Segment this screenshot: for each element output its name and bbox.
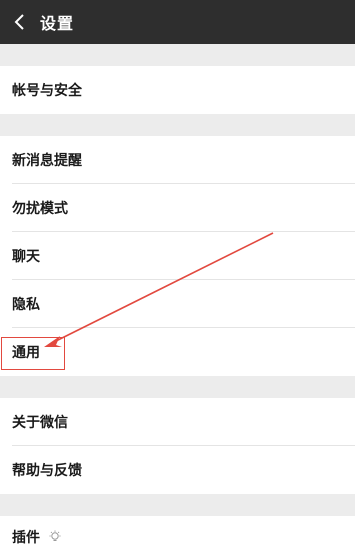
settings-item-label: 关于微信: [12, 415, 68, 431]
settings-item-privacy[interactable]: 隐私: [0, 280, 355, 328]
settings-item-about[interactable]: 关于微信: [0, 398, 355, 446]
settings-item-account-security[interactable]: 帐号与安全: [0, 66, 355, 114]
settings-item-chat[interactable]: 聊天: [0, 232, 355, 280]
highlight-box: [1, 337, 65, 370]
top-bar: 设置: [0, 0, 355, 44]
section-gap: [0, 494, 355, 516]
back-button[interactable]: [4, 0, 34, 44]
section-gap: [0, 376, 355, 398]
settings-item-label: 隐私: [12, 297, 40, 313]
page-title: 设置: [40, 14, 75, 33]
section-gap: [0, 44, 355, 66]
settings-item-label: 新消息提醒: [12, 153, 82, 169]
settings-item-help-feedback[interactable]: 帮助与反馈: [0, 446, 355, 494]
settings-item-label: 帮助与反馈: [12, 463, 82, 479]
section-gap: [0, 114, 355, 136]
chevron-left-icon: [14, 14, 24, 30]
settings-item-do-not-disturb[interactable]: 勿扰模式: [0, 184, 355, 232]
settings-item-label: 帐号与安全: [12, 83, 82, 99]
bulb-icon: [49, 530, 61, 541]
settings-item-label: 插件: [12, 530, 40, 546]
settings-item-plugins[interactable]: 插件: [0, 516, 355, 558]
settings-item-label: 勿扰模式: [12, 201, 68, 217]
settings-item-label: 聊天: [12, 249, 40, 265]
settings-item-new-message[interactable]: 新消息提醒: [0, 136, 355, 184]
